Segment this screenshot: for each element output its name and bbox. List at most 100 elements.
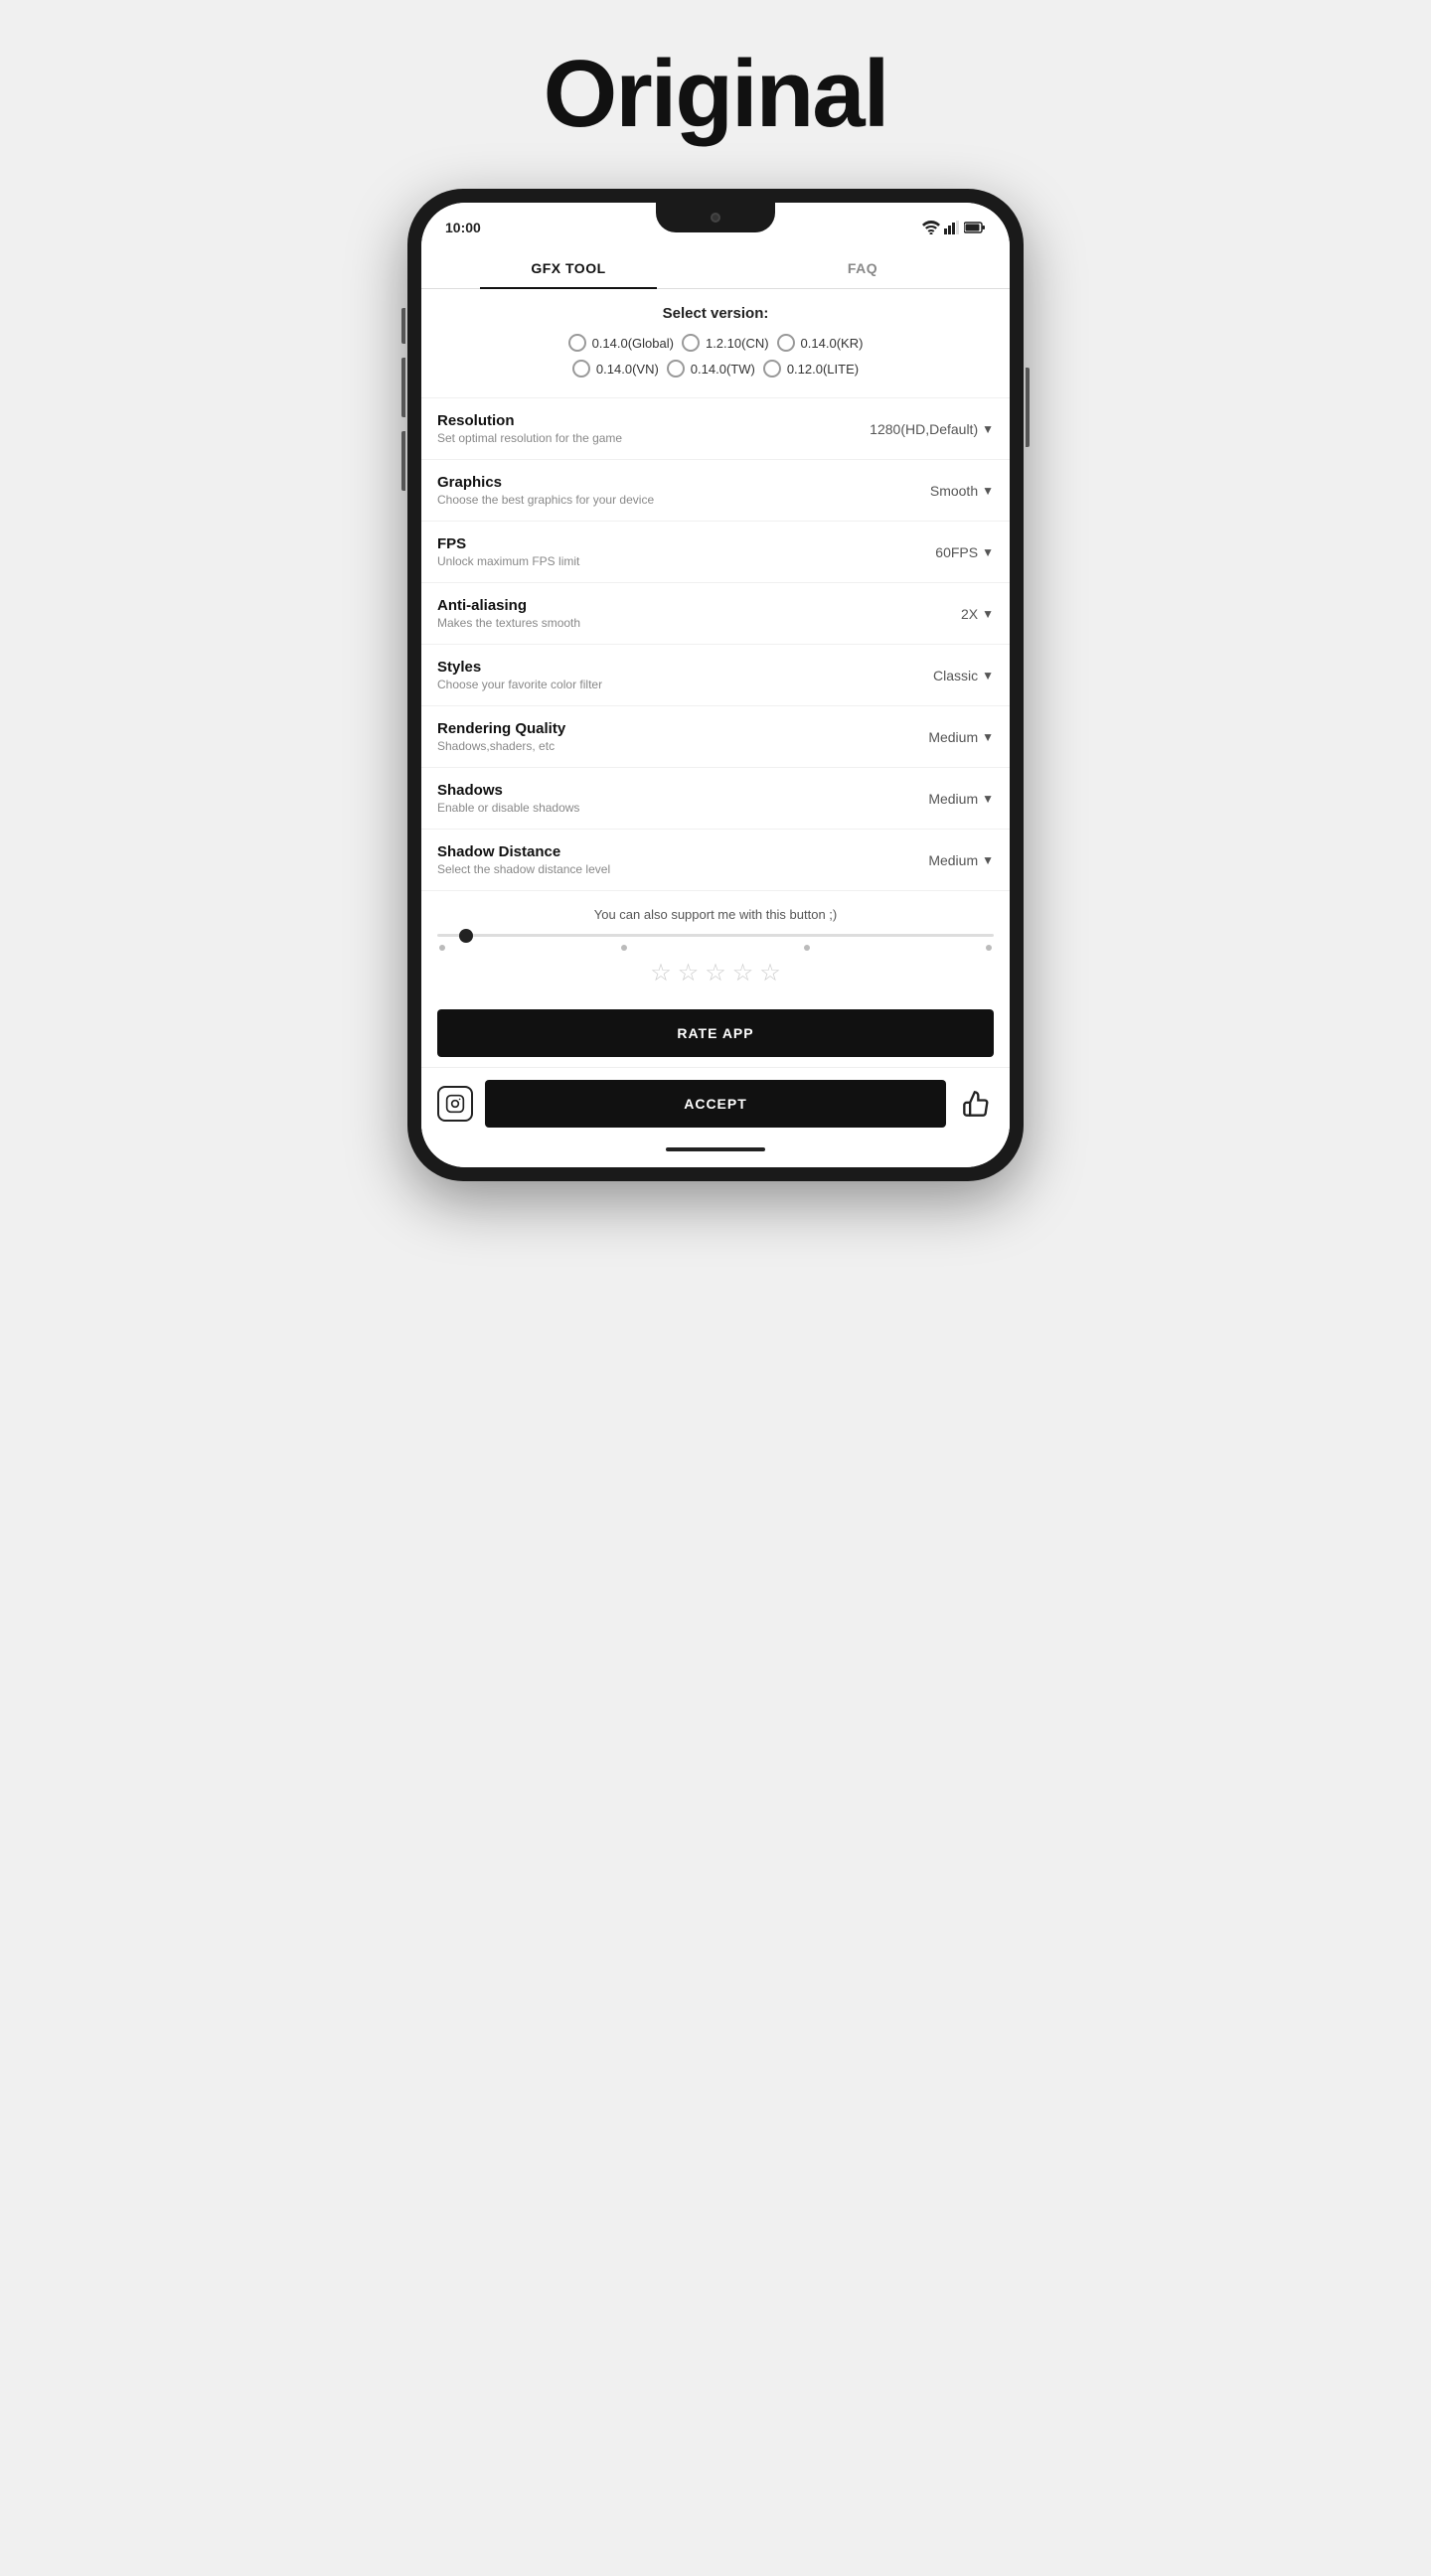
setting-desc-resolution: Set optimal resolution for the game (437, 431, 870, 445)
setting-desc-styles: Choose your favorite color filter (437, 678, 933, 691)
radio-lite[interactable] (763, 360, 781, 378)
support-text: You can also support me with this button… (437, 907, 994, 922)
star-2[interactable]: ☆ (678, 959, 700, 987)
setting-value-shadows[interactable]: Medium ▼ (928, 791, 994, 807)
setting-label-resolution: Resolution (437, 412, 870, 429)
slider-dot-4 (986, 945, 992, 951)
slider-dot-3 (804, 945, 810, 951)
version-label-global: 0.14.0(Global) (592, 336, 674, 351)
setting-label-anti-aliasing: Anti-aliasing (437, 597, 961, 614)
version-option-global[interactable]: 0.14.0(Global) (568, 334, 674, 352)
version-row-1: 0.14.0(Global) 1.2.10(CN) 0.14.0(KR) (433, 334, 998, 352)
setting-desc-shadow-distance: Select the shadow distance level (437, 862, 928, 876)
instagram-button[interactable] (437, 1086, 473, 1122)
version-option-lite[interactable]: 0.12.0(LITE) (763, 360, 859, 378)
setting-row-graphics: Graphics Choose the best graphics for yo… (421, 460, 1010, 522)
wifi-icon (922, 221, 940, 234)
setting-row-fps: FPS Unlock maximum FPS limit 60FPS ▼ (421, 522, 1010, 583)
thumbs-up-icon (962, 1090, 990, 1118)
setting-row-styles: Styles Choose your favorite color filter… (421, 645, 1010, 706)
setting-desc-fps: Unlock maximum FPS limit (437, 554, 935, 568)
chevron-shadow-distance: ▼ (982, 853, 994, 867)
tabs: GFX TOOL FAQ (421, 246, 1010, 289)
accept-button[interactable]: ACCEPT (485, 1080, 946, 1128)
version-label-lite: 0.12.0(LITE) (787, 362, 859, 377)
status-bar: 10:00 (421, 203, 1010, 246)
shadows-value-text: Medium (928, 791, 978, 807)
setting-info-shadow-distance: Shadow Distance Select the shadow distan… (437, 843, 928, 876)
chevron-resolution: ▼ (982, 422, 994, 436)
tab-gfx-tool[interactable]: GFX TOOL (421, 246, 716, 288)
version-row-2: 0.14.0(VN) 0.14.0(TW) 0.12.0(LITE) (433, 360, 998, 378)
phone-btn-volume-down (401, 358, 405, 417)
slider-dot-2 (621, 945, 627, 951)
chevron-styles: ▼ (982, 669, 994, 682)
setting-value-fps[interactable]: 60FPS ▼ (935, 544, 994, 560)
star-5[interactable]: ☆ (759, 959, 781, 987)
chevron-rendering-quality: ▼ (982, 730, 994, 744)
setting-row-shadows: Shadows Enable or disable shadows Medium… (421, 768, 1010, 830)
setting-info-rendering-quality: Rendering Quality Shadows,shaders, etc (437, 720, 928, 753)
version-option-cn[interactable]: 1.2.10(CN) (682, 334, 769, 352)
battery-icon (964, 222, 986, 233)
version-label-cn: 1.2.10(CN) (706, 336, 769, 351)
slider-thumb[interactable] (459, 929, 473, 943)
anti-aliasing-value-text: 2X (961, 606, 978, 622)
version-option-vn[interactable]: 0.14.0(VN) (572, 360, 659, 378)
chevron-shadows: ▼ (982, 792, 994, 806)
instagram-icon (445, 1094, 465, 1114)
phone-btn-power (1026, 368, 1030, 447)
phone-btn-volume-down2 (401, 431, 405, 491)
star-3[interactable]: ☆ (705, 959, 726, 987)
tab-faq[interactable]: FAQ (716, 246, 1010, 288)
slider-dot-1 (439, 945, 445, 951)
version-option-tw[interactable]: 0.14.0(TW) (667, 360, 755, 378)
chevron-anti-aliasing: ▼ (982, 607, 994, 621)
rendering-quality-value-text: Medium (928, 729, 978, 745)
signal-icon (944, 221, 960, 234)
resolution-value-text: 1280(HD,Default) (870, 421, 978, 437)
slider-dots (437, 945, 994, 951)
radio-kr[interactable] (777, 334, 795, 352)
setting-row-anti-aliasing: Anti-aliasing Makes the textures smooth … (421, 583, 1010, 645)
camera (711, 213, 720, 223)
setting-value-styles[interactable]: Classic ▼ (933, 668, 994, 683)
setting-desc-rendering-quality: Shadows,shaders, etc (437, 739, 928, 753)
slider-track[interactable] (437, 934, 994, 937)
rate-app-button[interactable]: RATE APP (437, 1009, 994, 1057)
setting-label-rendering-quality: Rendering Quality (437, 720, 928, 737)
setting-value-shadow-distance[interactable]: Medium ▼ (928, 852, 994, 868)
setting-value-anti-aliasing[interactable]: 2X ▼ (961, 606, 994, 622)
version-title: Select version: (433, 305, 998, 322)
setting-label-styles: Styles (437, 659, 933, 676)
radio-global[interactable] (568, 334, 586, 352)
setting-desc-shadows: Enable or disable shadows (437, 801, 928, 815)
setting-label-graphics: Graphics (437, 474, 930, 491)
radio-cn[interactable] (682, 334, 700, 352)
setting-label-shadow-distance: Shadow Distance (437, 843, 928, 860)
radio-vn[interactable] (572, 360, 590, 378)
chevron-graphics: ▼ (982, 484, 994, 498)
setting-value-rendering-quality[interactable]: Medium ▼ (928, 729, 994, 745)
version-section: Select version: 0.14.0(Global) 1.2.10(CN… (421, 289, 1010, 398)
stars-row[interactable]: ☆ ☆ ☆ ☆ ☆ (437, 959, 994, 987)
home-bar (666, 1147, 765, 1151)
setting-info-styles: Styles Choose your favorite color filter (437, 659, 933, 691)
phone-btn-volume-up (401, 308, 405, 344)
radio-tw[interactable] (667, 360, 685, 378)
setting-value-resolution[interactable]: 1280(HD,Default) ▼ (870, 421, 994, 437)
version-option-kr[interactable]: 0.14.0(KR) (777, 334, 864, 352)
version-label-kr: 0.14.0(KR) (801, 336, 864, 351)
fps-value-text: 60FPS (935, 544, 978, 560)
shadow-distance-value-text: Medium (928, 852, 978, 868)
status-icons (922, 221, 986, 234)
setting-label-shadows: Shadows (437, 782, 928, 799)
setting-value-graphics[interactable]: Smooth ▼ (930, 483, 994, 499)
setting-info-resolution: Resolution Set optimal resolution for th… (437, 412, 870, 445)
home-indicator (421, 1139, 1010, 1159)
star-4[interactable]: ☆ (732, 959, 754, 987)
thumbs-up-button[interactable] (958, 1086, 994, 1122)
setting-row-shadow-distance: Shadow Distance Select the shadow distan… (421, 830, 1010, 891)
support-section: You can also support me with this button… (421, 891, 1010, 1009)
star-1[interactable]: ☆ (650, 959, 672, 987)
